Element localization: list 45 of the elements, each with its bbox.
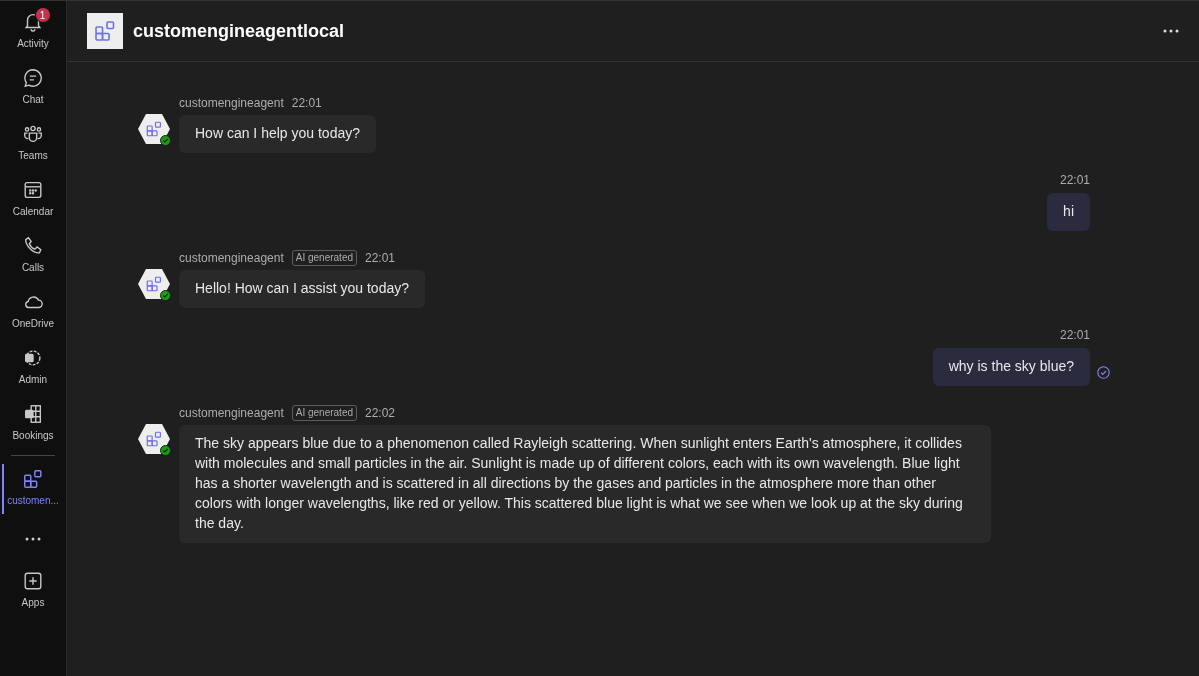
message-bubble: How can I help you today? bbox=[179, 115, 376, 153]
more-options-icon[interactable] bbox=[1163, 29, 1179, 33]
ai-generated-label: AI generated bbox=[291, 250, 357, 266]
chat-icon bbox=[22, 67, 44, 89]
notification-badge: 1 bbox=[34, 7, 51, 23]
chat-title: customengineagentlocal bbox=[133, 19, 345, 43]
rail-item[interactable]: Admin bbox=[0, 341, 67, 397]
sender-name: customengineagent bbox=[179, 405, 284, 422]
rail-item[interactable]: Bookings bbox=[0, 397, 67, 453]
plus-icon bbox=[22, 570, 44, 592]
rail-item[interactable]: Calendar bbox=[0, 173, 67, 229]
message-bubble: Hello! How can I assist you today? bbox=[179, 270, 425, 308]
app-icon bbox=[22, 468, 44, 490]
phone-icon bbox=[22, 235, 44, 257]
message-bubble: The sky appears blue due to a phenomenon called Rayleigh scattering. When sunlight enters Earth's atmosphere, it collides with molecules and small particles in the air. Sunlight is made up of different colors, each with its own wavelength. Blue light has a shorter wavelength and is scattered in all directions by the gases and particles in the atmosphere more than other colors with longer wavelengths, like red or yellow. This scattered blue light is what we see when we look up at the sky during the day. bbox=[179, 425, 991, 543]
sender-name: customengineagent bbox=[179, 250, 284, 267]
available-status-icon bbox=[160, 290, 171, 301]
calendar-icon bbox=[22, 179, 44, 201]
available-status-icon bbox=[160, 445, 171, 456]
sender-name: customengineagent bbox=[179, 95, 284, 112]
bot-avatar bbox=[137, 267, 171, 301]
rail-item[interactable]: Activity 1 bbox=[0, 5, 67, 61]
seen-check-icon bbox=[1097, 366, 1110, 380]
more-apps-icon[interactable] bbox=[25, 536, 41, 541]
message-time: 22:02 bbox=[365, 405, 396, 422]
booking-grid-icon bbox=[22, 403, 44, 425]
available-status-icon bbox=[160, 135, 171, 146]
rail-item[interactable]: Chat bbox=[0, 61, 67, 117]
message-time: 22:01 bbox=[1059, 327, 1090, 344]
message-time: 22:01 bbox=[365, 250, 396, 267]
bot-avatar bbox=[137, 422, 171, 456]
message-time: 22:01 bbox=[291, 95, 322, 112]
rail-item[interactable]: Calls bbox=[0, 229, 67, 285]
rail-item[interactable]: OneDrive bbox=[0, 285, 67, 341]
rail-item[interactable]: customen... bbox=[0, 462, 67, 518]
message-bubble: hi bbox=[1047, 193, 1090, 231]
rail-item[interactable]: Apps bbox=[0, 564, 67, 620]
people-icon bbox=[22, 123, 44, 145]
app-logo bbox=[87, 13, 123, 49]
rail-item[interactable]: Teams bbox=[0, 117, 67, 173]
message-bubble: why is the sky blue? bbox=[932, 348, 1090, 386]
bell-icon bbox=[22, 11, 44, 33]
bot-avatar bbox=[137, 112, 171, 146]
ai-generated-label: AI generated bbox=[291, 405, 357, 421]
message-time: 22:01 bbox=[1059, 172, 1090, 189]
